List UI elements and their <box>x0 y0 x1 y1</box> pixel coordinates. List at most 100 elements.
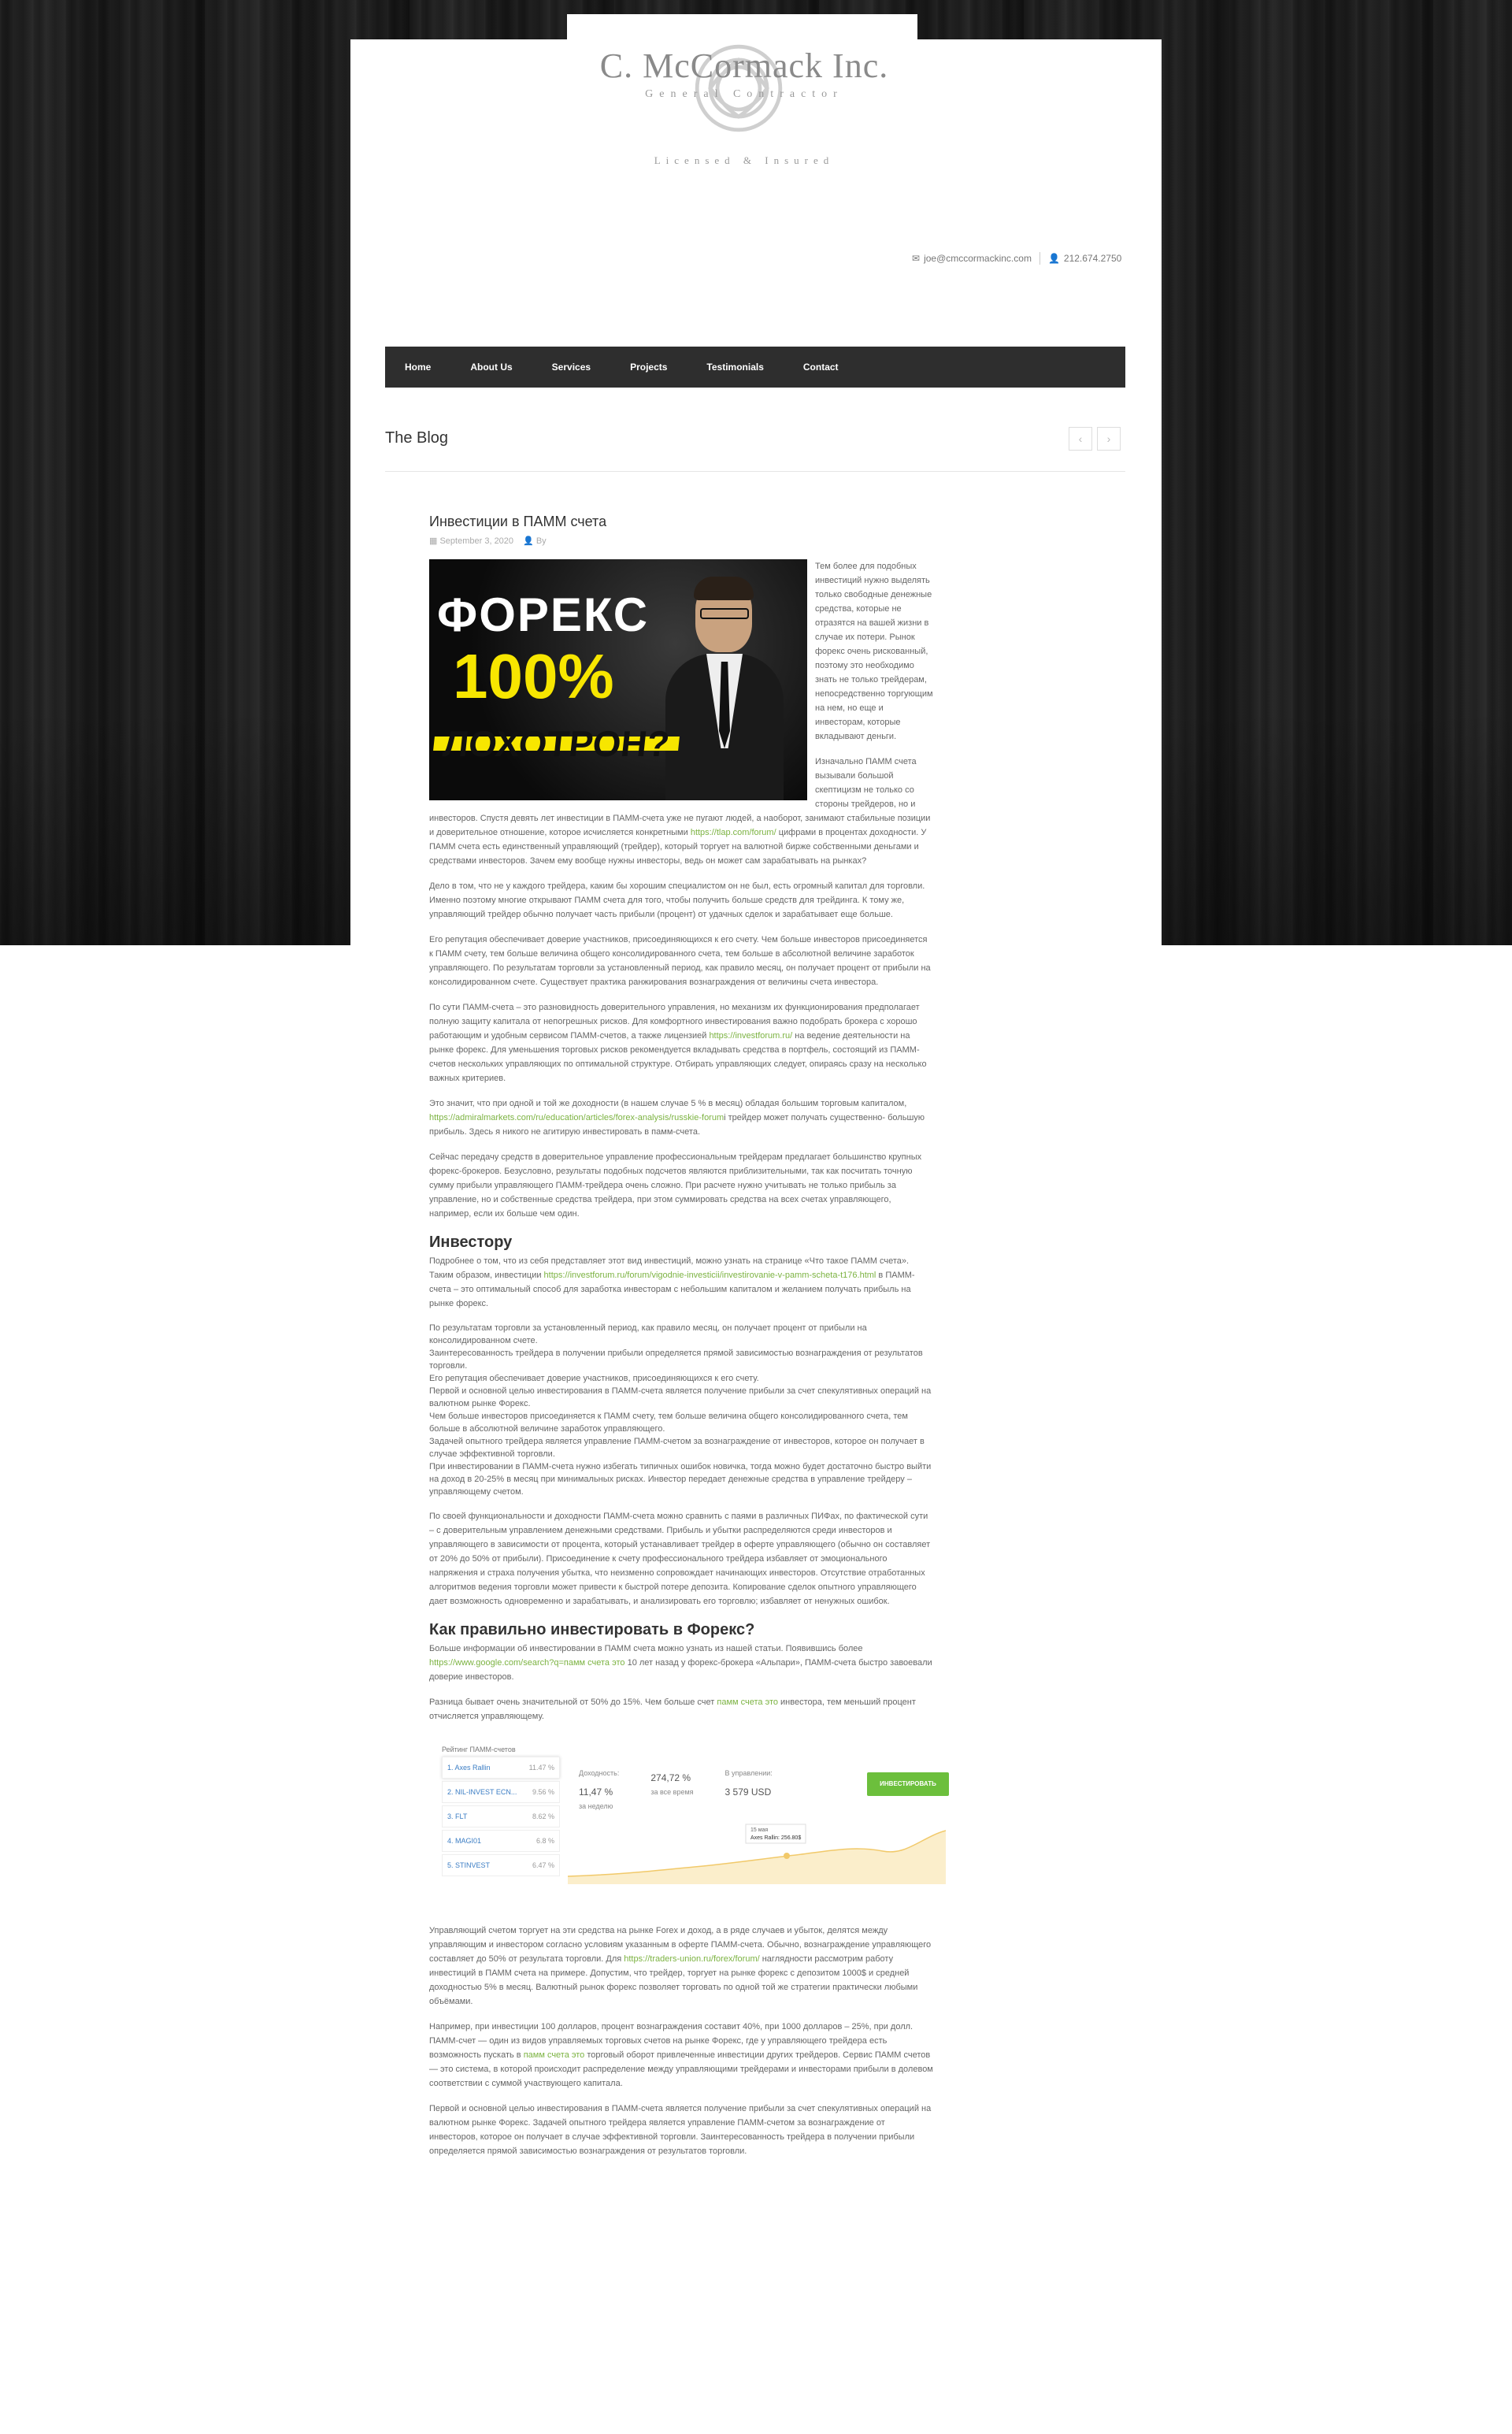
text: Разница бывает очень значительной от 50%… <box>429 1697 717 1707</box>
link[interactable]: памм счета это <box>524 2050 585 2060</box>
phone-text: 212.674.2750 <box>1063 253 1122 264</box>
stat-label: В управлении: <box>724 1769 773 1777</box>
email-text: joe@cmccormackinc.com <box>924 253 1032 264</box>
logo-subtitle: General Contractor <box>645 88 843 100</box>
link[interactable]: https://investforum.ru/forum/vigodnie-in… <box>544 1271 876 1280</box>
widget-title: Рейтинг ПАММ-счетов <box>442 1746 516 1753</box>
nav-testimonials[interactable]: Testimonials <box>706 362 763 373</box>
pamm-list-item[interactable]: 3. FLT 8.62 % <box>442 1805 560 1827</box>
hero-text-scam: ЛОХОТРОН? <box>433 723 680 764</box>
hero-text-percent: 100% <box>453 641 614 711</box>
logo-name: C. McCormack Inc. <box>599 46 889 85</box>
pamm-value: 8.62 % <box>532 1813 554 1820</box>
page-title: The Blog <box>385 429 449 447</box>
stat-label: Доходность: <box>579 1769 620 1777</box>
pamm-name: 3. FLT <box>447 1813 468 1820</box>
paragraph: Подробнее о том, что из себя представляе… <box>429 1254 933 1311</box>
link[interactable]: https://investforum.ru/ <box>709 1031 792 1041</box>
nav-services[interactable]: Services <box>552 362 591 373</box>
pamm-name: 2. NIL-INVEST ECN... <box>447 1788 517 1796</box>
nav-home[interactable]: Home <box>405 362 431 373</box>
paragraph: По сути ПАММ-счета – это разновидность д… <box>429 1000 933 1085</box>
pamm-name: 5. STINVEST <box>447 1861 491 1869</box>
paragraph: Его репутация обеспечивает доверие участ… <box>429 935 931 987</box>
prev-arrow-button[interactable]: ‹ <box>1069 427 1092 451</box>
text: Больше информации об инвестировании в ПА… <box>429 1644 863 1653</box>
post-title[interactable]: Инвестиции в ПАММ счета <box>429 512 933 531</box>
post-author: 👤 By <box>523 534 547 548</box>
text: Это значит, что при одной и той же доход… <box>429 1099 907 1108</box>
hero-hair <box>694 577 754 600</box>
paragraph: Разница бывает очень значительной от 50%… <box>429 1695 933 1723</box>
blog-post: Инвестиции в ПАММ счета ▦ September 3, 2… <box>429 512 949 2169</box>
paragraph: По своей функциональности и доходности П… <box>429 1512 931 1606</box>
hero-man-figure <box>665 567 784 800</box>
post-hero-image: ФОРЕКС 100% ЛОХОТРОН? <box>429 559 807 800</box>
nav-about-us[interactable]: About Us <box>470 362 512 373</box>
contact-phone: 👤 212.674.2750 <box>1048 253 1121 264</box>
pamm-list-item[interactable]: 4. MAGI01 6.8 % <box>442 1830 560 1852</box>
paragraph: Сейчас передачу средств в доверительное … <box>429 1152 922 1219</box>
stat-sub: за неделю <box>579 1802 613 1810</box>
pamm-value: 9.56 % <box>532 1788 554 1796</box>
envelope-icon: ✉ <box>912 253 921 264</box>
link[interactable]: https://admiralmarkets.com/ru/education/… <box>429 1113 724 1122</box>
invest-button[interactable]: ИНВЕСТИРОВАТЬ <box>867 1772 949 1796</box>
paragraph: Больше информации об инвестировании в ПА… <box>429 1642 933 1684</box>
paragraph: Управляющий счетом торгует на эти средст… <box>429 1924 933 2009</box>
pamm-list-item[interactable]: 5. STINVEST 6.47 % <box>442 1854 560 1876</box>
stat-value: 3 579 USD <box>724 1787 772 1798</box>
link[interactable]: https://tlap.com/forum/ <box>691 828 776 837</box>
pamm-chart: 15 мая Axes Rallin: 256.80$ <box>568 1824 946 1884</box>
pamm-value: 11.47 % <box>528 1764 554 1772</box>
tooltip-value: Axes Rallin: 256.80$ <box>750 1835 801 1841</box>
section-heading-investor: Инвестору <box>429 1234 513 1251</box>
stat-sub: за все время <box>650 1788 694 1796</box>
post-author-label: By <box>536 536 547 546</box>
blog-pager: ‹ › <box>1069 427 1121 451</box>
paragraph: Это значит, что при одной и той же доход… <box>429 1096 933 1139</box>
paragraph: Первой и основной целью инвестирования в… <box>429 2104 932 2156</box>
logo-tab <box>567 14 917 41</box>
user-icon: 👤 <box>523 536 534 546</box>
section-heading-forex: Как правильно инвестировать в Форекс? <box>429 1621 755 1638</box>
pamm-list: 1. Axes Rallin 11.47 % 2. NIL-INVEST ECN.… <box>442 1757 560 1879</box>
main-nav: Home About Us Services Projects Testimon… <box>385 347 1125 388</box>
pamm-value: 6.47 % <box>532 1861 554 1869</box>
paragraph: Дело в том, что не у каждого трейдера, к… <box>429 881 925 919</box>
stat-managed: В управлении: 3 579 USD <box>725 1766 773 1813</box>
stat-value: 274,72 % <box>650 1772 691 1783</box>
paragraph: По результатам торговли за установленный… <box>429 1323 932 1497</box>
nav-contact[interactable]: Contact <box>803 362 839 373</box>
hero-text-forex: ФОРЕКС <box>437 588 650 641</box>
pamm-name: 4. MAGI01 <box>447 1837 482 1845</box>
calendar-icon: ▦ <box>429 536 438 546</box>
pamm-name: 1. Axes Rallin <box>447 1764 491 1772</box>
site-logo[interactable]: C. McCormack Inc. General Contractor Lic… <box>559 39 953 181</box>
chart-point <box>784 1853 790 1859</box>
pamm-list-item[interactable]: 1. Axes Rallin 11.47 % <box>442 1757 560 1779</box>
nav-projects[interactable]: Projects <box>630 362 667 373</box>
link[interactable]: памм счета это <box>717 1697 778 1707</box>
link[interactable]: https://traders-union.ru/forex/forum/ <box>624 1954 759 1964</box>
link[interactable]: https://www.google.com/search?q=памм сче… <box>429 1658 625 1668</box>
post-date: ▦ September 3, 2020 <box>429 534 513 548</box>
pamm-list-item[interactable]: 2. NIL-INVEST ECN... 9.56 % <box>442 1781 560 1803</box>
pamm-rating-widget: Рейтинг ПАММ-счетов 1. Axes Rallin 11.47 … <box>437 1742 949 1900</box>
post-meta: ▦ September 3, 2020 👤 By <box>429 534 933 548</box>
title-divider <box>385 471 1125 472</box>
contact-bar: ✉ joe@cmccormackinc.com 👤 212.674.2750 <box>912 252 1121 265</box>
stat-return: Доходность: 11,47 % за неделю <box>579 1766 619 1813</box>
logo-tagline: Licensed & Insured <box>654 154 835 166</box>
tooltip-date: 15 мая <box>750 1827 768 1833</box>
post-date-text: September 3, 2020 <box>439 536 514 546</box>
pamm-value: 6.8 % <box>536 1837 554 1845</box>
person-icon: 👤 <box>1047 253 1060 264</box>
paragraph: Например, при инвестиции 100 долларов, п… <box>429 2020 933 2091</box>
stat-total-return: 274,72 % за все время <box>650 1766 693 1813</box>
next-arrow-button[interactable]: › <box>1097 427 1121 451</box>
hero-glasses <box>700 608 749 619</box>
stat-value: 11,47 % <box>579 1787 613 1798</box>
pamm-stats: Доходность: 11,47 % за неделю 274,72 % за в… <box>579 1766 773 1813</box>
contact-email[interactable]: ✉ joe@cmccormackinc.com <box>912 253 1032 264</box>
